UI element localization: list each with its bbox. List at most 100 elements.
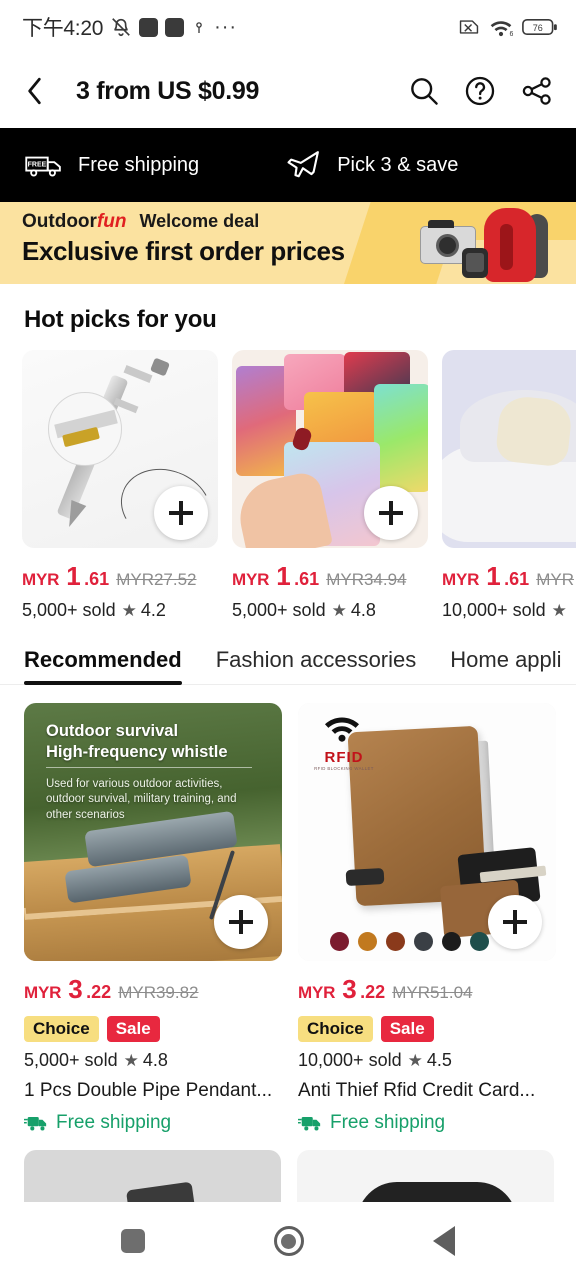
home-circle-icon[interactable] <box>273 1226 304 1256</box>
back-triangle-icon[interactable] <box>433 1226 456 1256</box>
badge-choice: Choice <box>298 1016 373 1042</box>
badge-row: Choice Sale <box>24 1005 282 1042</box>
sold-rating-row: 5,000+ sold ★ 4.8 <box>24 1042 282 1071</box>
benefit-bar: FREE Free shipping Pick 3 & save <box>0 128 576 202</box>
benefit-label: Free shipping <box>78 153 200 176</box>
price-row: MYR 1 .61 MYR <box>442 548 576 592</box>
rfid-logo: RFID RFID BLOCKING WALLET <box>312 713 376 771</box>
currency-label: MYR <box>298 983 336 1002</box>
hot-picks-carousel[interactable]: MYR 1 .61 MYR27.52 5,000+ sold ★ 4.2 MYR… <box>0 350 576 621</box>
product-image-caliper-pen[interactable] <box>22 350 218 548</box>
location-pin-icon <box>191 17 207 37</box>
original-price: MYR27.52 <box>116 570 197 589</box>
hot-pick-card[interactable]: MYR 1 .61 MYR27.52 5,000+ sold ★ 4.2 <box>22 350 218 621</box>
original-price: MYR <box>536 570 574 589</box>
swatch <box>442 932 461 951</box>
recents-square-icon[interactable] <box>120 1229 145 1253</box>
benefit-free-shipping: FREE Free shipping <box>0 151 199 179</box>
add-to-cart-plus-icon[interactable] <box>154 486 208 540</box>
badge-sale: Sale <box>106 1016 160 1042</box>
mute-icon <box>110 16 132 38</box>
price-row: MYR 3 .22 MYR51.04 <box>298 961 556 1005</box>
search-icon[interactable] <box>408 75 440 107</box>
star-icon: ★ <box>407 1050 423 1070</box>
content-scroll-area[interactable]: Hot picks for you MYR 1 .61 MYR27.52 5,0… <box>0 284 576 1202</box>
currency-label: MYR <box>24 983 62 1002</box>
tab-fashion-accessories[interactable]: Fashion accessories <box>216 647 417 685</box>
svg-text:FREE: FREE <box>28 161 47 168</box>
page-title: 3 from US $0.99 <box>76 76 260 105</box>
product-image-partial[interactable] <box>24 1150 281 1202</box>
battery-level: 76 <box>533 23 543 33</box>
free-shipping-label: Free shipping <box>330 1112 446 1133</box>
share-icon[interactable] <box>520 75 554 107</box>
phone-screen: 下午4:20 ··· 6 76 3 from US $0.99 FREE Fre… <box>0 0 576 1280</box>
swatch <box>414 932 433 951</box>
category-tabs[interactable]: Recommended Fashion accessories Home app… <box>0 621 576 685</box>
rating-value: 4.8 <box>350 600 376 620</box>
hot-pick-card[interactable]: MYR 1 .61 MYR34.94 5,000+ sold ★ 4.8 <box>232 350 428 621</box>
promo-banner[interactable]: Outdoorfun Welcome deal Exclusive first … <box>0 202 576 284</box>
price-decimal: .61 <box>84 569 110 589</box>
price-row: MYR 3 .22 MYR39.82 <box>24 961 282 1005</box>
color-swatches <box>330 932 489 951</box>
free-shipping-truck-icon: FREE <box>24 151 64 179</box>
price-integer: 3 <box>342 974 357 1004</box>
svg-text:6: 6 <box>510 31 514 37</box>
product-image-hair-ties[interactable] <box>232 350 428 548</box>
free-shipping-row: Free shipping <box>24 1102 282 1134</box>
price-integer: 1 <box>66 561 81 591</box>
swatch <box>330 932 349 951</box>
sold-rating-row: 10,000+ sold ★ 4.5 <box>298 1042 556 1071</box>
question-circle-icon[interactable] <box>464 75 496 107</box>
chevron-left-icon <box>28 77 41 105</box>
product-image-rfid-wallet[interactable]: RFID RFID BLOCKING WALLET <box>298 703 556 961</box>
tab-home-appliances[interactable]: Home appli <box>450 647 561 685</box>
product-card-whistle[interactable]: Outdoor survival High-frequency whistle U… <box>24 703 282 1134</box>
hot-pick-card[interactable]: MYR 1 .61 MYR 10,000+ sold ★ <box>442 350 576 621</box>
product-title[interactable]: Anti Thief Rfid Credit Card... <box>298 1071 556 1102</box>
swatch <box>386 932 405 951</box>
product-title[interactable]: 1 Pcs Double Pipe Pendant... <box>24 1071 282 1102</box>
sold-count: 10,000+ sold <box>442 600 546 620</box>
original-price: MYR51.04 <box>392 983 473 1002</box>
product-card-rfid-wallet[interactable]: RFID RFID BLOCKING WALLET MYR 3 .22 MYR5… <box>298 703 556 1134</box>
free-shipping-label: Free shipping <box>56 1112 172 1133</box>
original-price: MYR39.82 <box>118 983 199 1002</box>
wifi-6-icon: 6 <box>489 18 513 37</box>
badge-sale: Sale <box>380 1016 434 1042</box>
back-button[interactable] <box>24 76 64 106</box>
badge-choice: Choice <box>24 1016 99 1042</box>
hot-picks-title: Hot picks for you <box>24 306 217 333</box>
original-price: MYR34.94 <box>326 570 407 589</box>
price-decimal: .61 <box>294 569 320 589</box>
rfid-label: RFID <box>324 749 364 766</box>
page-header: 3 from US $0.99 <box>0 54 576 128</box>
battery-icon: 76 <box>522 17 558 37</box>
ellipsis-icon: ··· <box>214 16 238 38</box>
app-square-icon <box>139 17 159 37</box>
swatch <box>358 932 377 951</box>
product-image-sneaker[interactable] <box>442 350 576 548</box>
product-image-whistle[interactable]: Outdoor survival High-frequency whistle U… <box>24 703 282 961</box>
add-to-cart-plus-icon[interactable] <box>214 895 268 949</box>
promo-welcome-label: Welcome deal <box>139 211 260 231</box>
promo-brand: Outdoorfun <box>22 211 127 232</box>
add-to-cart-plus-icon[interactable] <box>488 895 542 949</box>
header-actions <box>408 75 556 107</box>
star-icon: ★ <box>551 600 567 620</box>
app-square-icon <box>165 17 185 37</box>
status-bar-left: 下午4:20 ··· <box>22 12 237 42</box>
image-overlay-title: Outdoor survival High-frequency whistle <box>46 722 228 762</box>
rating-value: 4.8 <box>142 1050 168 1070</box>
tab-recommended[interactable]: Recommended <box>24 647 182 685</box>
product-image-partial[interactable] <box>297 1150 554 1202</box>
benefit-pick-3: Pick 3 & save <box>199 149 458 181</box>
add-to-cart-plus-icon[interactable] <box>364 486 418 540</box>
android-nav-bar <box>0 1202 576 1280</box>
currency-label: MYR <box>22 570 60 589</box>
star-icon: ★ <box>331 600 347 620</box>
rfid-sublabel: RFID BLOCKING WALLET <box>314 766 374 771</box>
price-integer: 3 <box>68 974 83 1004</box>
benefit-label: Pick 3 & save <box>337 153 459 176</box>
